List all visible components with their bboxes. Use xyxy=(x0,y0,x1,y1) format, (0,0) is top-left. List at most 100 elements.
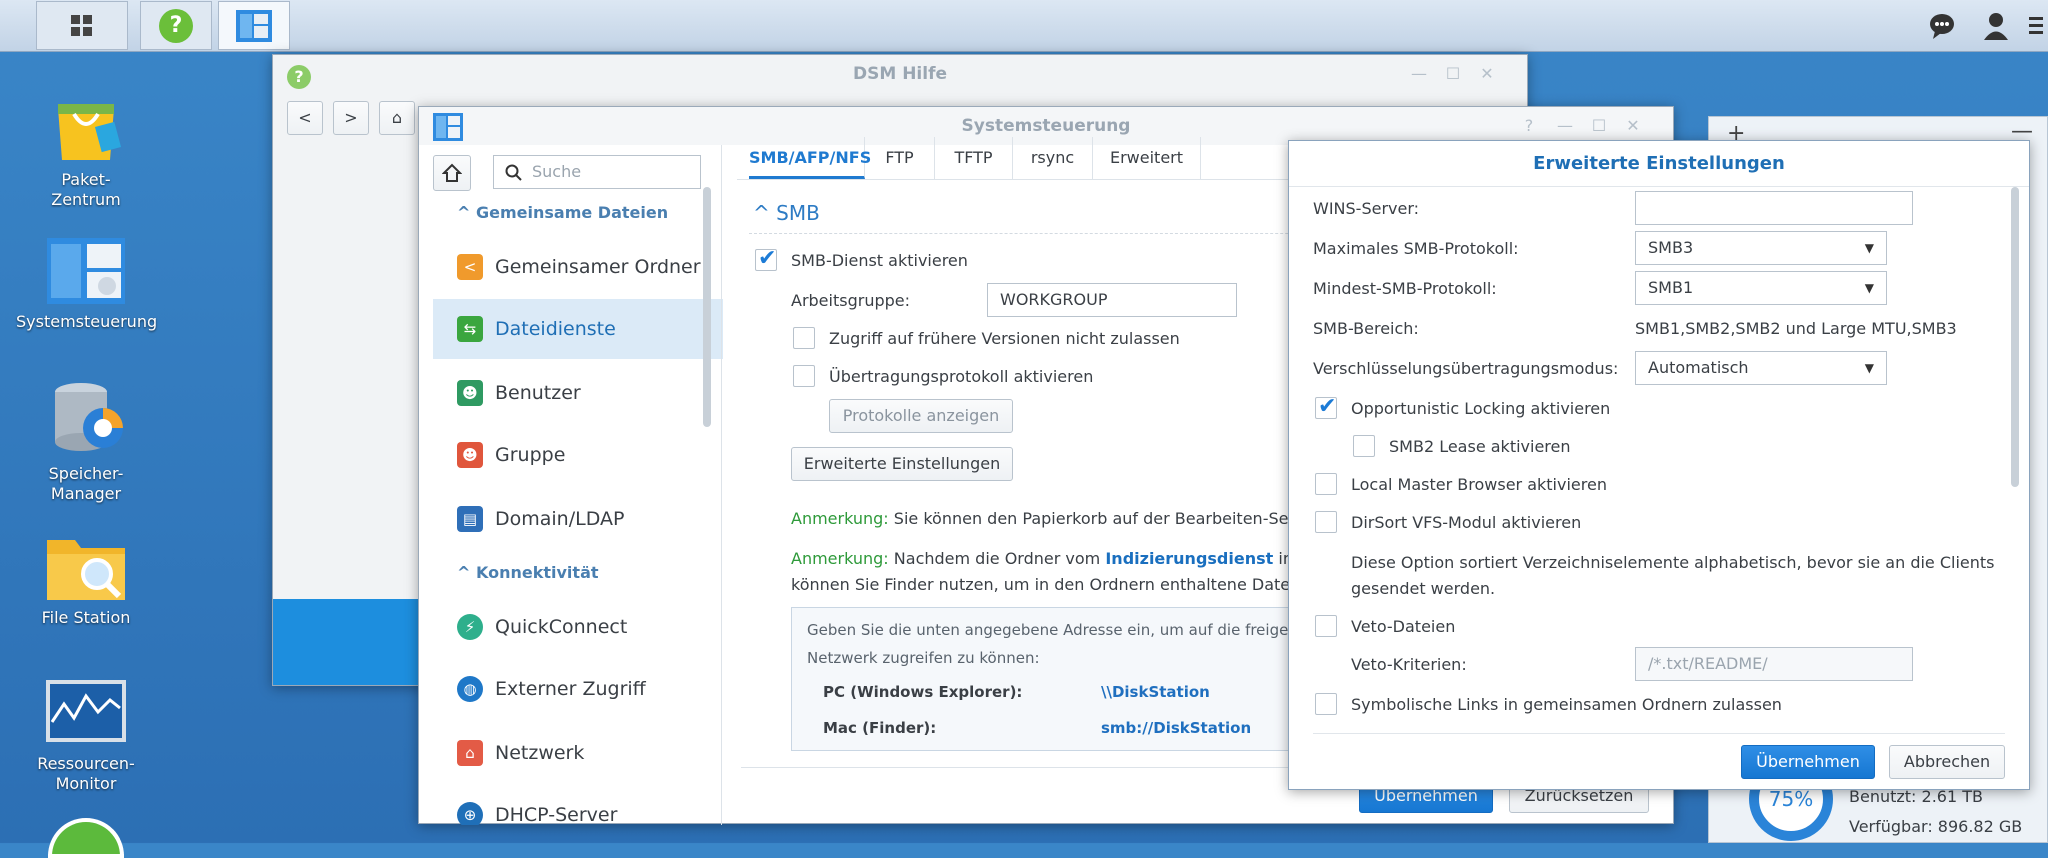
folder-icon xyxy=(47,540,125,600)
desktop-icon-package-center[interactable]: Paket- Zentrum xyxy=(16,84,156,210)
prev-versions-label: Zugriff auf frühere Versionen nicht zula… xyxy=(829,329,1180,348)
chevron-down-icon: ▼ xyxy=(1864,361,1874,375)
tab-smb-afp-nfs[interactable]: SMB/AFP/NFS xyxy=(749,137,871,179)
note-recycle-bin: Anmerkung: Sie können den Papierkorb auf… xyxy=(791,509,1310,528)
globe-icon: ◍ xyxy=(457,676,483,702)
close-icon[interactable]: ✕ xyxy=(1479,66,1495,82)
network-house-icon: ⌂ xyxy=(457,740,483,766)
prev-versions-checkbox[interactable] xyxy=(793,327,815,349)
grid-icon xyxy=(71,14,92,36)
help-taskbar-button[interactable]: ? xyxy=(140,1,212,50)
section-connectivity[interactable]: ^ Konnektivität xyxy=(433,555,723,591)
smb-section-heading[interactable]: ^ SMB xyxy=(753,201,820,225)
taskbar: ? xyxy=(0,0,2048,52)
dialog-cancel-button[interactable]: Abbrechen xyxy=(1889,745,2005,779)
nav-network[interactable]: ⌂ Netzwerk xyxy=(433,723,723,783)
encryption-mode-select[interactable]: Automatisch ▼ xyxy=(1635,351,1887,385)
smb-range-value: SMB1,SMB2,SMB2 und Large MTU,SMB3 xyxy=(1635,319,1957,338)
veto-criteria-label: Veto-Kriterien: xyxy=(1351,655,1467,674)
nav-group[interactable]: ☻ Gruppe xyxy=(433,425,723,485)
note-indexing-line2: können Sie Finder nutzen, um in den Ordn… xyxy=(791,575,1315,594)
sidebar-divider xyxy=(721,145,722,825)
chevron-down-icon: ▼ xyxy=(1864,281,1874,295)
max-protocol-select[interactable]: SMB3 ▼ xyxy=(1635,231,1887,265)
dialog-scrollbar[interactable] xyxy=(2011,187,2019,487)
tab-ftp[interactable]: FTP xyxy=(865,137,935,179)
control-panel-icon xyxy=(47,238,125,304)
min-protocol-select[interactable]: SMB1 ▼ xyxy=(1635,271,1887,305)
desktop-icon-label: Paket- Zentrum xyxy=(51,170,121,209)
home-button[interactable]: ⌂ xyxy=(379,101,415,135)
desktop-icon-label: Ressourcen- Monitor xyxy=(37,754,135,793)
dialog-apply-button[interactable]: Übernehmen xyxy=(1741,745,1875,779)
nav-file-services[interactable]: ⇆ Dateidienste xyxy=(433,299,723,359)
search-icon xyxy=(505,164,522,181)
user-icon[interactable] xyxy=(1978,8,2014,44)
indexing-service-link[interactable]: Indizierungsdienst xyxy=(1105,549,1273,568)
wins-server-input[interactable] xyxy=(1635,191,1913,225)
help-window-title: DSM Hilfe xyxy=(273,55,1527,93)
database-icon xyxy=(55,383,123,451)
local-master-browser-label: Local Master Browser aktivieren xyxy=(1351,475,1607,494)
nav-quickconnect[interactable]: ⚡ QuickConnect xyxy=(433,597,723,657)
nav-user[interactable]: ☻ Benutzer xyxy=(433,363,723,423)
maximize-icon[interactable]: ☐ xyxy=(1591,118,1607,134)
control-panel-taskbar-button[interactable] xyxy=(218,1,290,50)
dirsort-description-line1: Diese Option sortiert Verzeichniselement… xyxy=(1351,553,1995,572)
workgroup-input[interactable]: WORKGROUP xyxy=(987,283,1237,317)
help-window-icon[interactable]: ? xyxy=(1521,118,1537,134)
main-menu-button[interactable] xyxy=(36,1,128,50)
veto-files-label: Veto-Dateien xyxy=(1351,617,1456,636)
nav-dhcp-server[interactable]: ⊕ DHCP-Server xyxy=(433,785,723,825)
veto-files-checkbox[interactable] xyxy=(1315,615,1337,637)
control-panel-app-icon xyxy=(433,113,463,141)
tab-rsync[interactable]: rsync xyxy=(1013,137,1093,179)
options-icon[interactable] xyxy=(2026,8,2046,44)
user-icon: ☻ xyxy=(457,380,483,406)
desktop-icon-control-panel[interactable]: Systemsteuerung xyxy=(16,236,158,332)
minimize-icon[interactable]: — xyxy=(1411,66,1427,82)
forward-button[interactable]: > xyxy=(333,101,369,135)
quickconnect-icon: ⚡ xyxy=(457,614,483,640)
sidebar-scrollbar[interactable] xyxy=(703,187,711,427)
chat-icon[interactable] xyxy=(1924,8,1960,44)
show-logs-button[interactable]: Protokolle anzeigen xyxy=(829,399,1013,433)
tab-tftp[interactable]: TFTP xyxy=(935,137,1013,179)
oplock-checkbox[interactable] xyxy=(1315,394,1337,419)
monitor-chart-icon xyxy=(46,680,126,742)
minimize-icon[interactable]: — xyxy=(1557,118,1573,134)
local-master-browser-checkbox[interactable] xyxy=(1315,473,1337,495)
file-services-icon: ⇆ xyxy=(457,316,483,342)
desktop-icon-label: Systemsteuerung xyxy=(16,312,158,331)
nav-domain-ldap[interactable]: ▤ Domain/LDAP xyxy=(433,489,723,549)
section-shared-files[interactable]: ^ Gemeinsame Dateien xyxy=(433,195,723,231)
symlinks-checkbox[interactable] xyxy=(1315,693,1337,715)
sidebar: Suche ^ Gemeinsame Dateien < Gemeinsamer … xyxy=(433,145,733,825)
smb2-lease-checkbox[interactable] xyxy=(1353,435,1375,457)
desktop-icon-resource-monitor[interactable]: Ressourcen- Monitor xyxy=(16,678,156,794)
desktop-icon-file-station[interactable]: File Station xyxy=(16,530,156,628)
nav-external-access[interactable]: ◍ Externer Zugriff xyxy=(433,659,723,719)
mac-address-label: Mac (Finder): xyxy=(823,719,937,737)
transfer-log-checkbox[interactable] xyxy=(793,365,815,387)
veto-criteria-input[interactable]: /*.txt/README/ xyxy=(1635,647,1913,681)
smb-enable-checkbox[interactable] xyxy=(755,246,777,271)
close-icon[interactable]: ✕ xyxy=(1625,118,1641,134)
tab-erweitert[interactable]: Erweitert xyxy=(1093,137,1201,179)
address-info-line1: Geben Sie die unten angegebene Adresse e… xyxy=(807,621,1326,639)
back-button[interactable]: < xyxy=(287,101,323,135)
search-input[interactable]: Suche xyxy=(493,155,701,189)
dirsort-label: DirSort VFS-Modul aktivieren xyxy=(1351,513,1582,532)
desktop-icon-partial[interactable] xyxy=(48,818,124,858)
maximize-icon[interactable]: ☐ xyxy=(1445,66,1461,82)
advanced-settings-button[interactable]: Erweiterte Einstellungen xyxy=(791,447,1013,481)
directory-icon: ▤ xyxy=(457,506,483,532)
dialog-footer-divider xyxy=(1313,733,2005,734)
oplock-label: Opportunistic Locking aktivieren xyxy=(1351,399,1611,418)
nav-shared-folder[interactable]: < Gemeinsamer Ordner xyxy=(433,237,723,297)
share-folder-icon: < xyxy=(457,254,483,280)
desktop-icon-storage-manager[interactable]: Speicher- Manager xyxy=(16,378,156,504)
smb2-lease-label: SMB2 Lease aktivieren xyxy=(1389,437,1571,456)
dirsort-checkbox[interactable] xyxy=(1315,511,1337,533)
home-button[interactable] xyxy=(433,155,471,191)
